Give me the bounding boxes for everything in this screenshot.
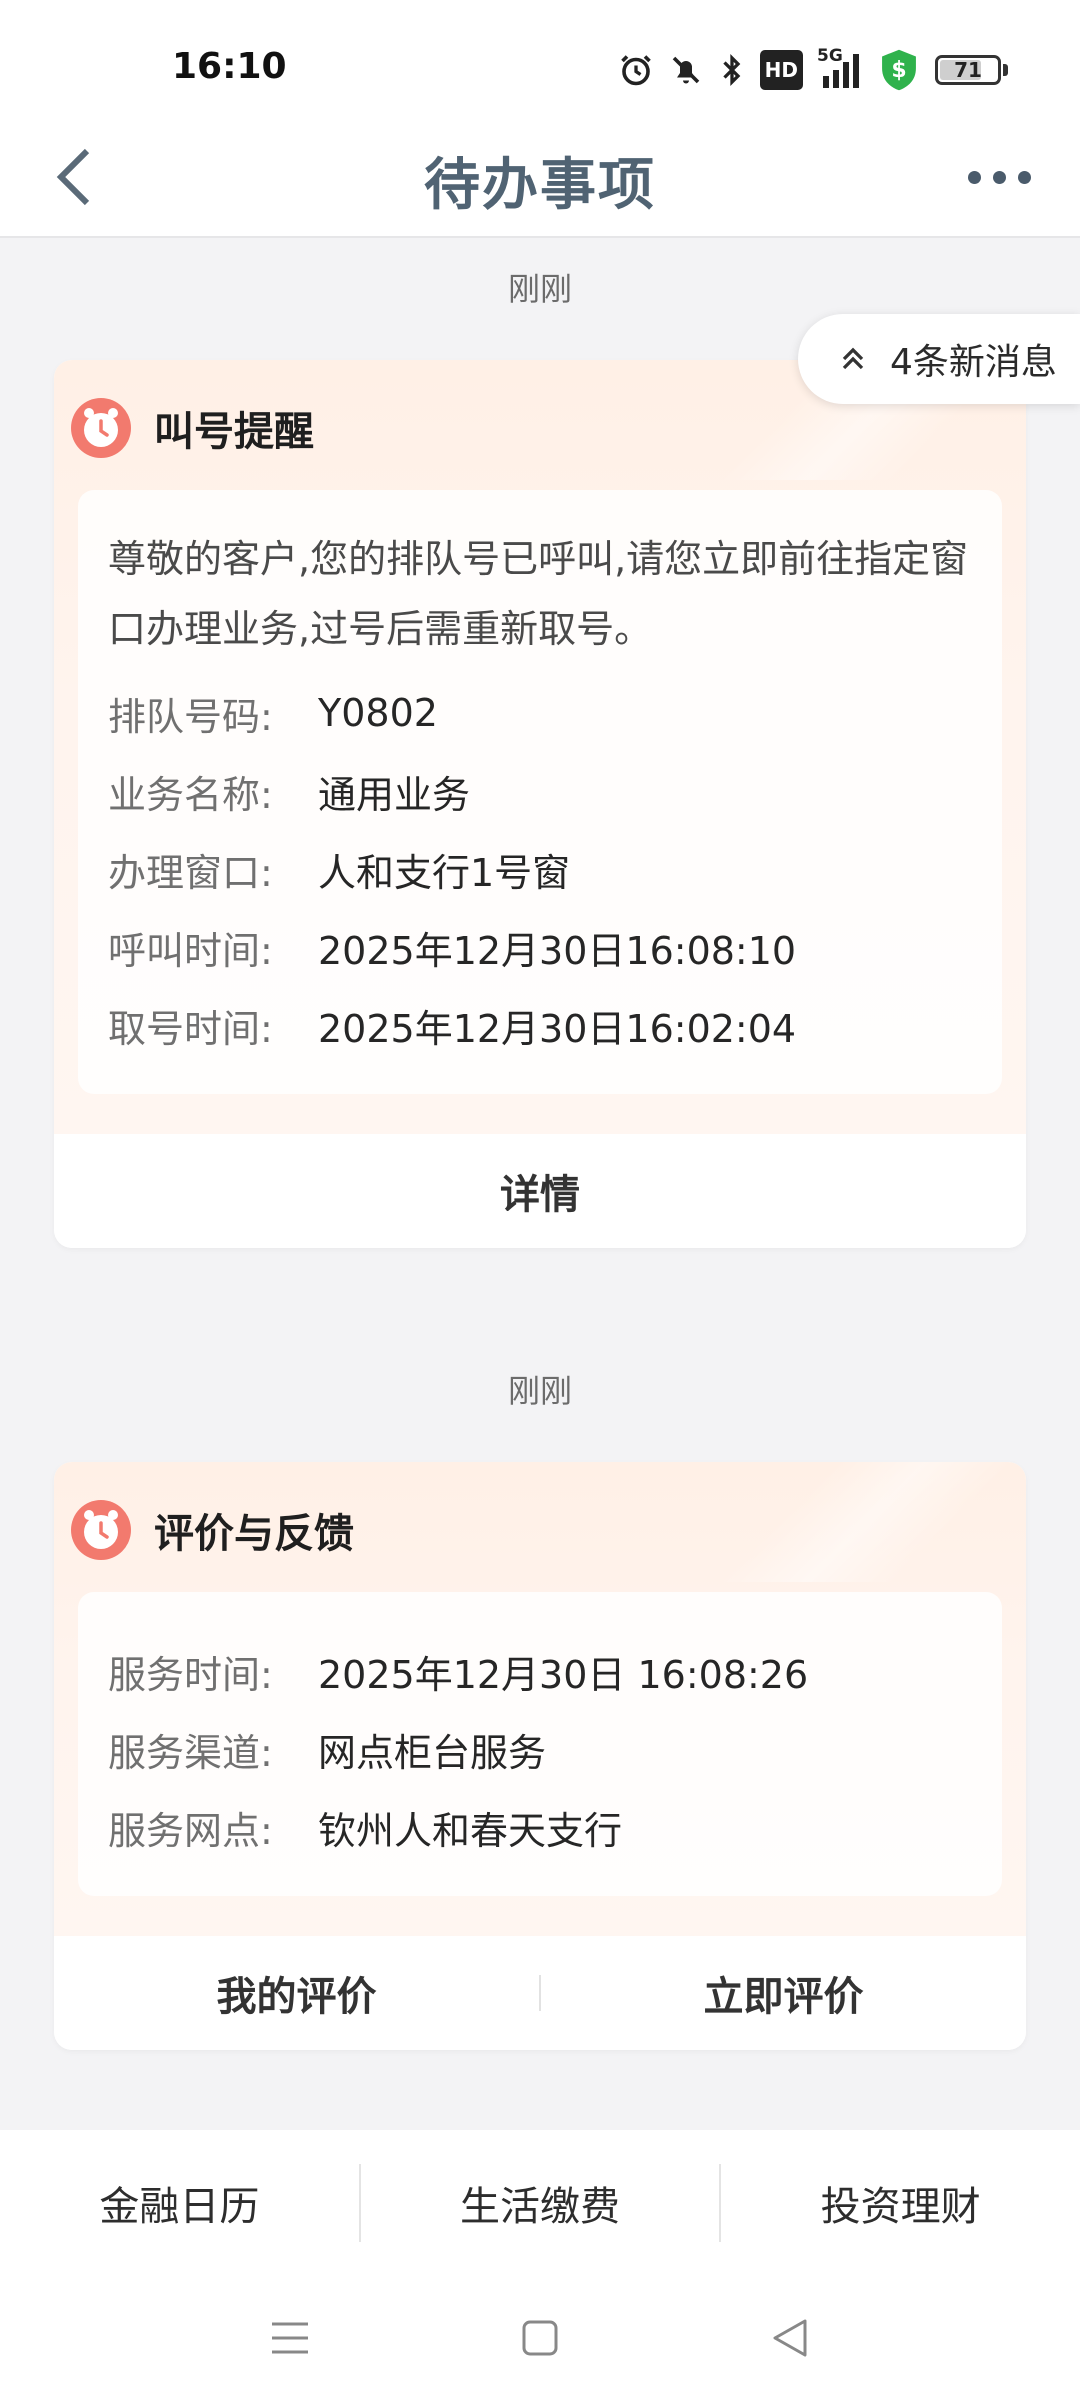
svg-text:$: $ (891, 58, 906, 83)
field-key: 办理窗口: (108, 850, 273, 895)
menu-nav-button[interactable] (260, 2308, 320, 2368)
home-nav-button[interactable] (510, 2308, 570, 2368)
tab-financial-calendar[interactable]: 金融日历 (0, 2174, 359, 2232)
field-value: 通用业务 (318, 772, 471, 817)
bottom-tab-bar: 金融日历 生活缴费 投资理财 (0, 2130, 1080, 2276)
triangle-back-icon (773, 2319, 807, 2357)
battery-icon: 71 (935, 50, 1008, 90)
card-title: 评价与反馈 (154, 1511, 354, 1557)
square-icon (522, 2320, 558, 2356)
battery-level: 71 (954, 58, 982, 82)
field-row: 办理窗口: 人和支行1号窗 (108, 830, 972, 908)
back-nav-button[interactable] (760, 2308, 820, 2368)
field-value: 2025年12月30日 16:08:26 (318, 1652, 809, 1697)
field-value: Y0802 (318, 691, 438, 735)
more-button[interactable] (954, 142, 1044, 212)
status-time: 16:10 (172, 46, 287, 87)
page-title: 待办事项 (424, 153, 656, 218)
card-title: 叫号提醒 (154, 409, 314, 455)
alarm-clock-icon (71, 1500, 131, 1560)
field-key: 服务时间: (108, 1652, 273, 1697)
network-type: 5G (817, 46, 843, 66)
alarm-status-icon (618, 50, 654, 90)
feedback-card: 评价与反馈 服务时间: 2025年12月30日 16:08:26 服务渠道: 网… (54, 1462, 1026, 2050)
hd-badge: HD (759, 50, 803, 90)
new-messages-label: 4条新消息 (890, 342, 1057, 383)
time-label: 刚刚 (507, 270, 572, 308)
signal-icon: 5G (817, 46, 863, 90)
status-bar: 16:10 HD 5G $ 71 (0, 0, 1080, 140)
field-row: 服务渠道: 网点柜台服务 (108, 1710, 972, 1788)
field-key: 呼叫时间: (108, 928, 273, 973)
field-value: 2025年12月30日16:08:10 (318, 928, 797, 973)
app-header: 待办事项 (0, 120, 1080, 238)
rate-now-button[interactable]: 立即评价 (541, 1964, 1026, 2022)
shield-icon: $ (877, 49, 921, 91)
menu-icon (272, 2322, 308, 2354)
system-navigation-bar (0, 2276, 1080, 2400)
field-key: 排队号码: (108, 694, 273, 739)
field-key: 服务渠道: (108, 1730, 273, 1775)
more-dots-icon (967, 170, 981, 184)
field-value: 2025年12月30日16:02:04 (318, 1006, 797, 1051)
field-row: 业务名称: 通用业务 (108, 752, 972, 830)
field-row: 取号时间: 2025年12月30日16:02:04 (108, 986, 972, 1064)
card-description: 尊敬的客户,您的排队号已呼叫,请您立即前往指定窗口办理业务,过号后需重新取号。 (108, 537, 969, 651)
notification-card: 叫号提醒 尊敬的客户,您的排队号已呼叫,请您立即前往指定窗口办理业务,过号后需重… (54, 360, 1026, 1248)
field-value: 人和支行1号窗 (318, 850, 571, 895)
new-messages-button[interactable]: 4条新消息 (798, 314, 1080, 404)
chevrons-up-icon (842, 347, 864, 370)
details-button[interactable]: 详情 (54, 1134, 1026, 1248)
mute-bell-icon (668, 50, 704, 90)
field-row: 排队号码: Y0802 (108, 674, 972, 752)
field-value: 网点柜台服务 (318, 1730, 547, 1775)
time-label: 刚刚 (507, 1372, 572, 1410)
status-icons: HD 5G $ 71 (618, 48, 1008, 92)
field-value: 钦州人和春天支行 (318, 1808, 623, 1853)
field-row: 服务时间: 2025年12月30日 16:08:26 (108, 1632, 972, 1710)
my-review-button[interactable]: 我的评价 (54, 1964, 539, 2022)
alarm-clock-icon (71, 398, 131, 458)
bluetooth-icon (718, 50, 746, 90)
tab-investment[interactable]: 投资理财 (721, 2174, 1080, 2232)
field-row: 服务网点: 钦州人和春天支行 (108, 1788, 972, 1866)
field-key: 取号时间: (108, 1006, 273, 1051)
field-key: 服务网点: (108, 1808, 273, 1853)
field-key: 业务名称: (108, 772, 273, 817)
tab-bill-payment[interactable]: 生活缴费 (361, 2174, 720, 2232)
field-row: 呼叫时间: 2025年12月30日16:08:10 (108, 908, 972, 986)
